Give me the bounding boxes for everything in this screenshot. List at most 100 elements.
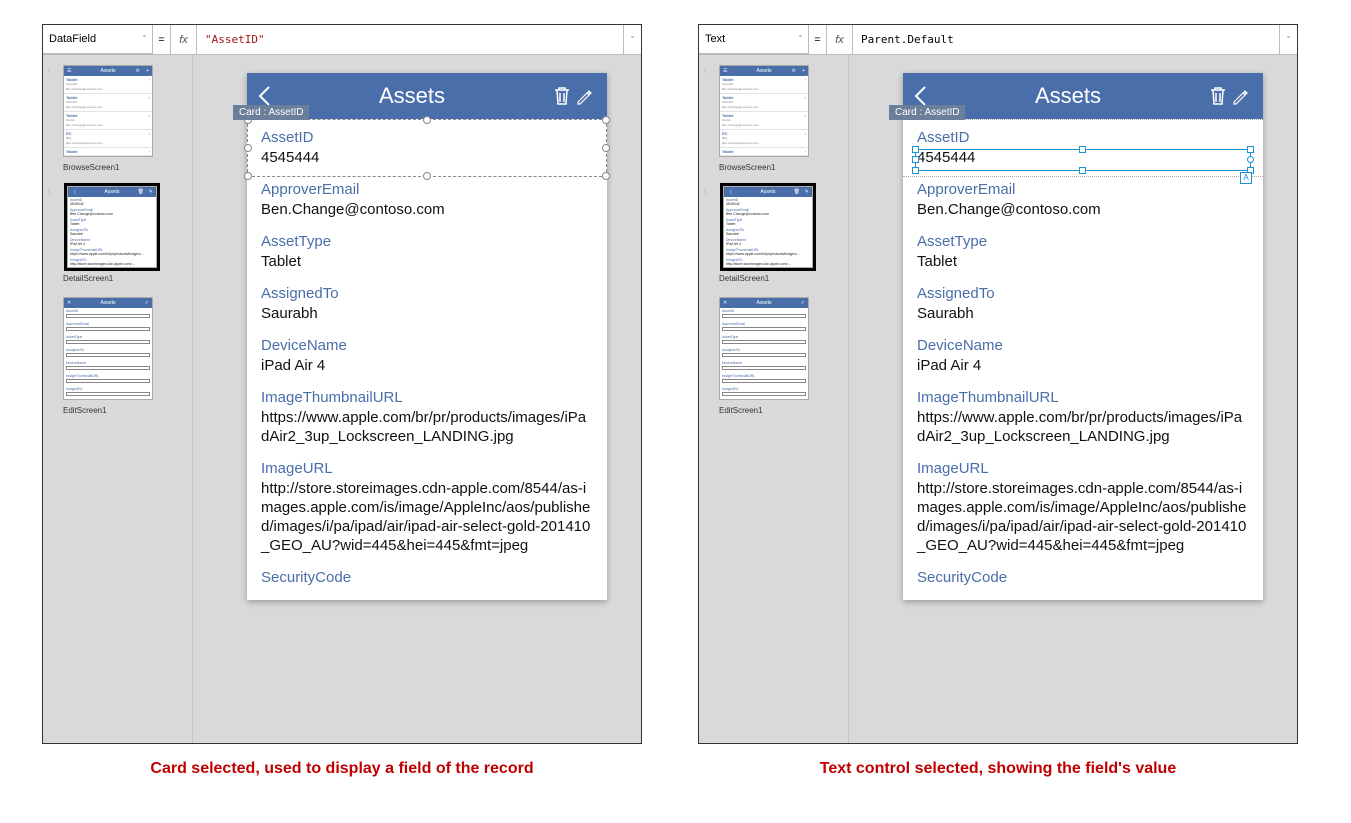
accessibility-indicator-icon[interactable]: A [1240,172,1252,184]
caption-left: Card selected, used to display a field o… [42,760,642,778]
field-label: AssignedTo [261,285,593,302]
thumb-label-detail: DetailScreen1 [719,274,844,283]
field-value[interactable]: Ben.Change@contoso.com [261,200,593,219]
field-label: ImageThumbnailURL [917,389,1249,406]
formula-input[interactable]: "AssetID" [197,25,623,54]
list-item: AssetID4545444 [724,197,812,207]
list-item: AssignedToSaurabh [724,227,812,237]
field-card[interactable]: SecurityCode [903,563,1263,596]
formula-expand-button[interactable]: ˇ [623,25,641,54]
list-item: ImageURLhttp://store.storeimages.cdn-app… [68,257,156,267]
editor-panel-card-selected: DataField ˇ = fx "AssetID" ˇ ⋯ ☰Assets⟳+… [42,24,642,744]
field-card[interactable]: AssetType Tablet [247,227,607,279]
back-icon[interactable] [257,85,271,107]
phone-title: Assets [271,83,553,109]
list-item: ApproverEmail [64,321,152,334]
chevron-down-icon: ˇ [143,34,146,44]
field-card[interactable]: DeviceNameiPad Air 4 [903,331,1263,383]
list-item: ImageURL [64,386,152,399]
list-item: TabletNovitaBen.Change@contoso.com› [64,112,152,130]
formula-input[interactable]: Parent.Default [853,25,1279,54]
field-card[interactable]: ImageThumbnailURL https://www.apple.com/b… [903,383,1263,454]
trash-icon[interactable] [553,86,575,106]
property-dropdown[interactable]: Text ˇ [699,25,809,54]
more-icon[interactable]: ⋯ [701,67,708,74]
field-card[interactable]: ImageURL http://store.storeimages.cdn-app… [247,454,607,563]
property-name: DataField [49,33,96,45]
list-item: TabletSaurabhBen.Change@contoso.com› [720,94,808,112]
field-card[interactable]: DeviceNameiPad Air 4 [247,331,607,383]
field-value[interactable]: https://www.apple.com/br/pr/products/ima… [261,408,593,446]
editor-panel-text-selected: Text ˇ = fx Parent.Default ˇ ⋯ ☰Assets⟳+… [698,24,1298,744]
fx-icon[interactable]: fx [171,25,197,54]
phone-body: AssetID4545444ApproverEmailBen.Change@co… [903,119,1263,600]
list-item: AssignedTo [64,347,152,360]
chevron-down-icon: ˇ [799,34,802,44]
field-value[interactable]: Saurabh [261,304,593,323]
thumb-browse[interactable]: ⋯ ☰Assets⟳+ TabletSaurabhBen.Change@cont… [709,65,844,157]
field-value[interactable]: Tablet [261,252,593,271]
list-item: ImageThumbnailURLhttps://www.apple.com/b… [68,247,156,257]
thumb-label-browse: BrowseScreen1 [63,163,188,172]
phone-title: Assets [927,83,1209,109]
thumb-label-edit: EditScreen1 [63,406,188,415]
equals-label: = [809,25,827,54]
field-label: ApproverEmail [261,181,593,198]
field-label: AssetType [917,233,1249,250]
phone-preview: Assets AssetID4545444ApproverEmailBen.Ch… [903,73,1263,600]
field-value[interactable]: http://store.storeimages.cdn-apple.com/8… [917,479,1249,555]
field-card[interactable]: AssignedTo Saurabh [247,279,607,331]
thumb-detail[interactable]: ⋯ 〈Assets🗑✎ AssetID4545444ApproverEmailB… [709,186,844,268]
thumb-edit[interactable]: ✕Assets✓ AssetIDApproverEmailAssetTypeAs… [709,297,844,400]
text-control-selection[interactable]: A [915,149,1251,171]
field-card[interactable]: ApproverEmailBen.Change@contoso.com [903,175,1263,227]
back-icon[interactable] [913,85,927,107]
list-item: AssetID4545444 [68,197,156,207]
selection-tag[interactable]: Card : AssetID [233,105,309,120]
field-value[interactable]: Tablet [917,252,1249,271]
list-item: TabletSaurabhBen.Change@contoso.com› [64,76,152,94]
field-card[interactable]: SecurityCode [247,563,607,596]
trash-icon[interactable] [1209,86,1231,106]
property-dropdown[interactable]: DataField ˇ [43,25,153,54]
more-icon[interactable]: ⋯ [701,188,708,195]
field-label: SecurityCode [261,569,593,586]
field-card[interactable]: ImageURLhttp://store.storeimages.cdn-app… [903,454,1263,563]
field-value[interactable]: iPad Air 4 [261,356,593,375]
design-canvas[interactable]: Card : AssetID Assets AssetID4545444Appr… [193,55,641,743]
selection-tag[interactable]: Card : AssetID [889,105,965,120]
field-value[interactable]: https://www.apple.com/br/pr/products/ima… [917,408,1249,446]
field-card[interactable]: AssignedToSaurabh [903,279,1263,331]
field-card[interactable]: ApproverEmail Ben.Change@contoso.com [247,175,607,227]
field-value[interactable]: Ben.Change@contoso.com [917,200,1249,219]
more-icon[interactable]: ⋯ [45,67,52,74]
field-value[interactable]: http://store.storeimages.cdn-apple.com/8… [261,479,593,555]
thumb-edit[interactable]: ✕Assets✓ AssetIDApproverEmailAssetTypeAs… [53,297,188,400]
list-item: ImageThumbnailURLhttps://www.apple.com/b… [724,247,812,257]
formula-expand-button[interactable]: ˇ [1279,25,1297,54]
field-value[interactable]: iPad Air 4 [917,356,1249,375]
card-selection[interactable] [247,119,607,177]
list-item: TabletNovitaBen.Change@contoso.com› [720,112,808,130]
field-label: ImageURL [261,460,593,477]
pencil-icon[interactable] [1231,87,1253,105]
list-item: AssetID [64,308,152,321]
list-item: AssetID [720,308,808,321]
field-value[interactable]: Saurabh [917,304,1249,323]
list-item: AssignedToSaurabh [68,227,156,237]
list-item: ApproverEmail [720,321,808,334]
list-item: DeviceName [720,360,808,373]
design-canvas[interactable]: Card : AssetID Assets AssetID4545444Appr… [849,55,1297,743]
list-item: Tablet› [64,148,152,156]
thumb-label-edit: EditScreen1 [719,406,844,415]
pencil-icon[interactable] [575,87,597,105]
thumb-browse[interactable]: ⋯ ☰Assets⟳+ TabletSaurabhBen.Change@cont… [53,65,188,157]
field-card[interactable]: ImageThumbnailURLhttps://www.apple.com/b… [247,383,607,454]
thumb-detail[interactable]: ⋯ 〈Assets🗑✎ AssetID4545444ApproverEmailB… [53,186,188,268]
list-item: ImageThumbnailURL [64,373,152,386]
list-item: DeviceName [64,360,152,373]
field-card[interactable]: AssetType Tablet [903,227,1263,279]
more-icon[interactable]: ⋯ [45,188,52,195]
fx-icon[interactable]: fx [827,25,853,54]
field-label: AssetType [261,233,593,250]
